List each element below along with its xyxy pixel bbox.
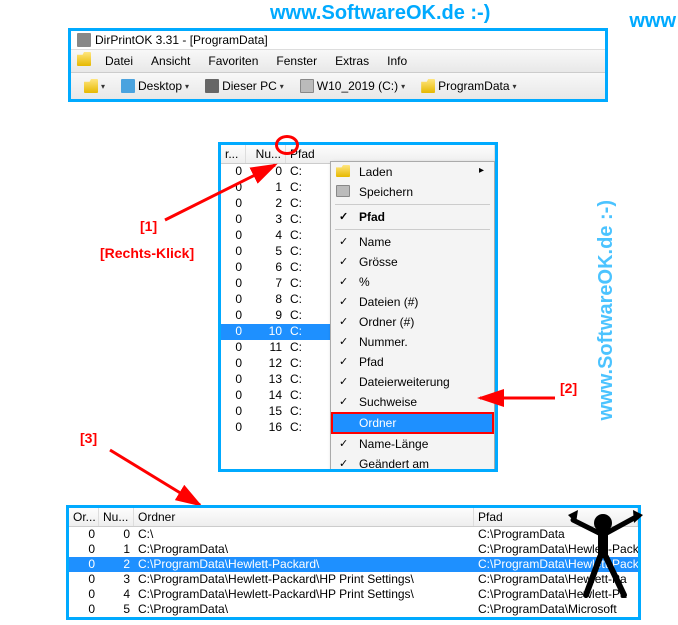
title-bar: DirPrintOK 3.31 - [ProgramData]	[71, 31, 605, 50]
ctx-item[interactable]: Dateierweiterung	[331, 372, 494, 392]
save-icon	[336, 185, 350, 197]
table-row[interactable]: 02C:\ProgramData\Hewlett-Packard\C:\Prog…	[69, 557, 638, 572]
ctx-item[interactable]: Grösse	[331, 252, 494, 272]
watermark-right: www	[629, 10, 676, 33]
breadcrumb-folder[interactable]: ▾	[77, 76, 112, 96]
breadcrumb-desktop[interactable]: Desktop ▾	[114, 76, 196, 96]
watermark-top: www.SoftwareOK.de :-)	[270, 2, 490, 25]
desktop-icon	[121, 79, 135, 93]
breadcrumb-toolbar: ▾ Desktop ▾ Dieser PC ▾ W10_2019 (C:) ▾ …	[71, 73, 605, 99]
menu-datei[interactable]: Datei	[101, 52, 137, 70]
ctx-ordner[interactable]: Ordner	[331, 412, 494, 434]
ctx-item[interactable]: %	[331, 272, 494, 292]
table-row[interactable]: 04C:\ProgramData\Hewlett-Packard\HP Prin…	[69, 587, 638, 602]
table-row[interactable]: 05C:\ProgramData\C:\ProgramData\Microsof…	[69, 602, 638, 617]
chevron-down-icon: ▾	[101, 82, 105, 91]
col-r[interactable]: r...	[221, 145, 246, 163]
ctx-label: Speichern	[359, 185, 413, 199]
folder-icon	[84, 79, 98, 93]
ctx-pfad-header[interactable]: Pfad	[331, 207, 494, 227]
ctx-item[interactable]: Nummer.	[331, 332, 494, 352]
file-list-panel: r... Nu... Pfad 00C:01C:02C:03C:04C:05C:…	[218, 142, 498, 472]
menu-info[interactable]: Info	[383, 52, 411, 70]
separator	[335, 204, 490, 205]
breadcrumb-pc[interactable]: Dieser PC ▾	[198, 76, 291, 96]
breadcrumb-programdata[interactable]: ProgramData ▾	[414, 76, 523, 96]
separator	[335, 229, 490, 230]
list-header: Or... Nu... Ordner Pfad	[69, 508, 638, 527]
breadcrumb-label: Dieser PC	[222, 79, 277, 93]
col-nu[interactable]: Nu...	[99, 508, 134, 526]
menu-ansicht[interactable]: Ansicht	[147, 52, 194, 70]
chevron-down-icon: ▾	[185, 82, 189, 91]
ctx-label: Laden	[359, 165, 392, 179]
ctx-name-laenge[interactable]: Name-Länge	[331, 434, 494, 454]
col-ordner[interactable]: Ordner	[134, 508, 474, 526]
chevron-down-icon: ▾	[401, 82, 405, 91]
ctx-item[interactable]: Pfad	[331, 352, 494, 372]
folder-icon	[77, 52, 91, 66]
list-body: 00C:\C:\ProgramData01C:\ProgramData\C:\P…	[69, 527, 638, 617]
breadcrumb-label: ProgramData	[438, 79, 509, 93]
ctx-laden[interactable]: Laden ▸	[331, 162, 494, 182]
watermark-vertical: www.SoftwareOK.de :-)	[595, 200, 618, 420]
menu-bar: Datei Ansicht Favoriten Fenster Extras I…	[71, 50, 605, 73]
table-row[interactable]: 00C:\C:\ProgramData	[69, 527, 638, 542]
folder-icon	[421, 79, 435, 93]
col-or[interactable]: Or...	[69, 508, 99, 526]
drive-icon	[300, 79, 314, 93]
chevron-right-icon: ▸	[479, 165, 484, 176]
breadcrumb-label: Desktop	[138, 79, 182, 93]
ctx-item[interactable]: Suchweise	[331, 392, 494, 412]
menu-fenster[interactable]: Fenster	[272, 52, 321, 70]
annotation-rechts-klick: [Rechts-Klick]	[100, 245, 194, 261]
ctx-speichern[interactable]: Speichern	[331, 182, 494, 202]
context-menu: Laden ▸ Speichern Pfad NameGrösse%Dateie…	[330, 161, 495, 472]
table-row[interactable]: 03C:\ProgramData\Hewlett-Packard\HP Prin…	[69, 572, 638, 587]
table-row[interactable]: 01C:\ProgramData\C:\ProgramData\Hewlett-…	[69, 542, 638, 557]
col-nummer[interactable]: Nu...	[246, 145, 286, 163]
chevron-down-icon: ▾	[513, 82, 517, 91]
pc-icon	[205, 79, 219, 93]
ctx-item[interactable]: Dateien (#)	[331, 292, 494, 312]
ctx-item[interactable]: Ordner (#)	[331, 312, 494, 332]
annotation-3: [3]	[80, 430, 97, 446]
result-list: Or... Nu... Ordner Pfad 00C:\C:\ProgramD…	[66, 505, 641, 620]
open-icon	[336, 165, 350, 177]
window-title: DirPrintOK 3.31 - [ProgramData]	[95, 33, 268, 47]
col-pfad[interactable]: Pfad	[474, 508, 638, 526]
menu-favoriten[interactable]: Favoriten	[204, 52, 262, 70]
breadcrumb-label: W10_2019 (C:)	[317, 79, 398, 93]
annotation-1: [1]	[140, 218, 157, 234]
app-icon	[77, 33, 91, 47]
annotation-2: [2]	[560, 380, 577, 396]
app-window: DirPrintOK 3.31 - [ProgramData] Datei An…	[68, 28, 608, 102]
ctx-geaendert[interactable]: Geändert am	[331, 454, 494, 472]
menu-extras[interactable]: Extras	[331, 52, 373, 70]
chevron-down-icon: ▾	[280, 82, 284, 91]
ctx-item[interactable]: Name	[331, 232, 494, 252]
breadcrumb-drive[interactable]: W10_2019 (C:) ▾	[293, 76, 412, 96]
